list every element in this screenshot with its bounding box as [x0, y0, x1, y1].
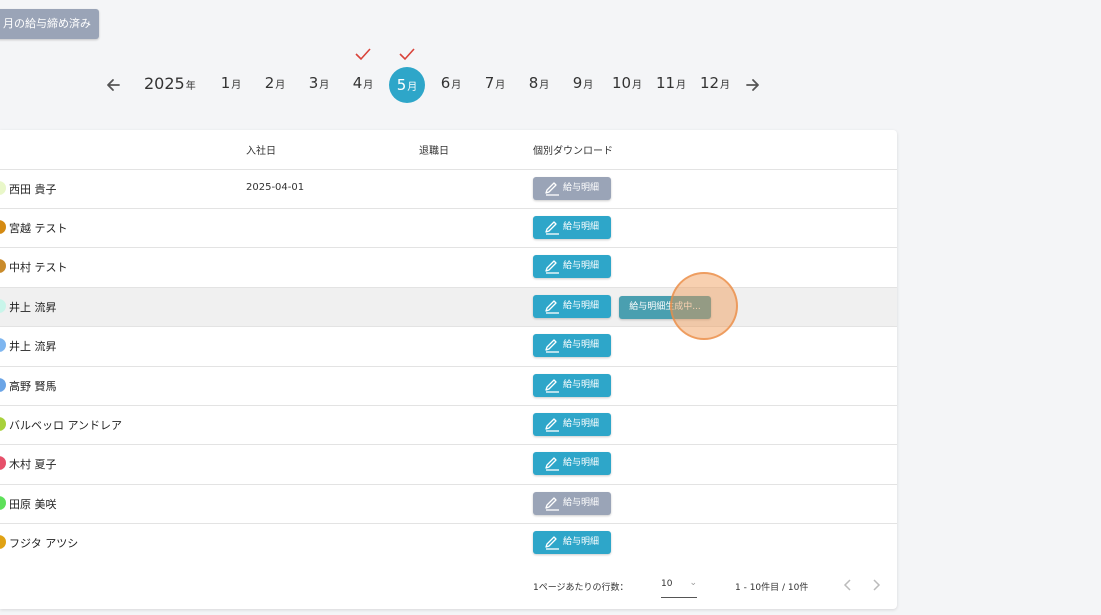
prev-year-arrow-icon[interactable]: [103, 74, 125, 96]
payslip-button-label: 給与明細: [563, 261, 600, 271]
edit-pen-icon: [545, 457, 559, 471]
employee-name: 木村 夏子: [9, 458, 57, 471]
payslip-button[interactable]: 給与明細: [533, 295, 611, 318]
table-row[interactable]: [0, 405, 897, 445]
employee-name: 宮越 テスト: [9, 222, 68, 235]
edit-pen-icon: [545, 182, 559, 196]
month-4[interactable]: 4月: [343, 74, 383, 92]
page-range: 1 - 10件目 / 10件: [735, 583, 809, 593]
payslip-button-label: 給与明細: [563, 419, 600, 429]
edit-pen-icon: [545, 260, 559, 274]
month-1[interactable]: 1月: [211, 74, 251, 92]
payslip-button-label: 給与明細: [563, 340, 600, 350]
employee-name: 中村 テスト: [9, 261, 68, 274]
header-download: 個別ダウンロード: [533, 146, 613, 157]
month-5[interactable]: 5月: [389, 67, 425, 103]
header-hire-date[interactable]: 入社日: [246, 142, 276, 157]
payslip-button[interactable]: 給与明細: [533, 531, 611, 554]
payslip-button[interactable]: 給与明細: [533, 492, 611, 515]
hire-date: 2025-04-01: [246, 182, 305, 193]
edit-pen-icon: [545, 497, 559, 511]
edit-pen-icon: [545, 300, 559, 314]
edit-pen-icon: [545, 221, 559, 235]
prev-page-icon[interactable]: [840, 577, 856, 593]
check-icon: [355, 48, 371, 61]
payslip-button[interactable]: 給与明細: [533, 452, 611, 475]
payslip-button[interactable]: 給与明細: [533, 177, 611, 200]
month-12[interactable]: 12月: [695, 74, 735, 92]
table-row[interactable]: [0, 326, 897, 366]
payslip-button-label: 給与明細: [563, 458, 600, 468]
table-row[interactable]: [0, 169, 897, 209]
month-6[interactable]: 6月: [431, 74, 471, 92]
month-9[interactable]: 9月: [563, 74, 603, 92]
month-11[interactable]: 11月: [651, 74, 691, 92]
employee-name: 井上 流昇: [9, 340, 57, 353]
edit-pen-icon: [545, 339, 559, 353]
month-3[interactable]: 3月: [299, 74, 339, 92]
payslip-button-label: 給与明細: [563, 301, 600, 311]
header-leave-date[interactable]: 退職日: [419, 142, 449, 157]
table-row[interactable]: [0, 208, 897, 248]
payslip-button[interactable]: 給与明細: [533, 255, 611, 278]
edit-pen-icon: [545, 536, 559, 550]
edit-pen-icon: [545, 379, 559, 393]
payslip-button[interactable]: 給与明細: [533, 334, 611, 357]
rows-per-page-label: 1ページあたりの行数：: [533, 583, 629, 593]
payslip-button-label: 給与明細: [563, 498, 600, 508]
next-year-arrow-icon[interactable]: [741, 74, 763, 96]
table-row[interactable]: [0, 523, 897, 563]
payslip-button-label: 給与明細: [563, 183, 600, 193]
year-label[interactable]: 2025年: [144, 74, 196, 93]
table-row[interactable]: [0, 444, 897, 484]
table-row[interactable]: [0, 366, 897, 406]
month-8[interactable]: 8月: [519, 74, 559, 92]
payslip-button-label: 給与明細: [563, 380, 600, 390]
employee-name: 井上 流昇: [9, 301, 57, 314]
payslip-button[interactable]: 給与明細: [533, 413, 611, 436]
employee-name: フジタ アツシ: [9, 537, 79, 550]
payslip-button-label: 給与明細: [563, 222, 600, 232]
employee-name: バルベッロ アンドレア: [9, 419, 123, 432]
table-row[interactable]: [0, 247, 897, 287]
next-page-icon[interactable]: [868, 577, 884, 593]
payslip-button[interactable]: 給与明細: [533, 374, 611, 397]
month-2[interactable]: 2月: [255, 74, 295, 92]
payroll-closed-button[interactable]: 月の給与締め済み: [0, 9, 99, 39]
employee-name: 田原 美咲: [9, 498, 57, 511]
payslip-button[interactable]: 給与明細: [533, 216, 611, 239]
check-icon: [399, 48, 415, 61]
table-row[interactable]: [0, 287, 897, 327]
table-row[interactable]: [0, 484, 897, 524]
cursor-highlight: [670, 272, 738, 340]
month-7[interactable]: 7月: [475, 74, 515, 92]
rows-per-page-select[interactable]: 10 ⌄: [661, 574, 697, 598]
payslip-button-label: 給与明細: [563, 537, 600, 547]
month-10[interactable]: 10月: [607, 74, 647, 92]
employee-name: 西田 貴子: [9, 183, 57, 196]
edit-pen-icon: [545, 418, 559, 432]
employee-name: 高野 賢馬: [9, 380, 57, 393]
chevron-down-icon: ⌄: [689, 578, 697, 588]
